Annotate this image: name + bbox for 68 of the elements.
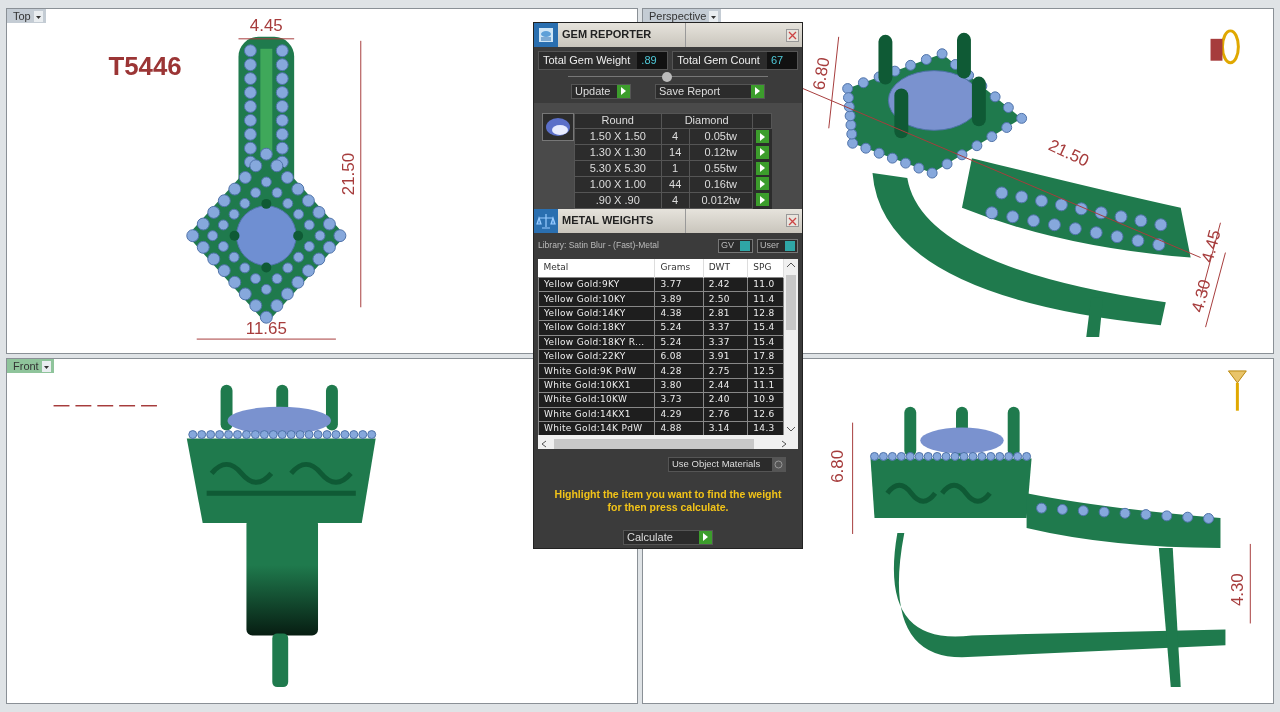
dimension-label: 21.50	[338, 152, 358, 196]
option-button[interactable]: Use Object Materials	[668, 456, 786, 472]
play-icon[interactable]	[756, 177, 770, 191]
column-header: Metal	[538, 258, 655, 278]
play-icon[interactable]	[751, 84, 764, 98]
dimension-label: 4.30	[1228, 573, 1248, 607]
table-cell: 5.30 X 5.30	[574, 160, 662, 177]
table-cell: 1.50 X 1.50	[574, 128, 662, 145]
window-icon	[534, 208, 558, 233]
window-title: METAL WEIGHTS	[558, 208, 686, 233]
column-header: Round	[574, 113, 662, 129]
viewport-tab[interactable]: Perspective	[643, 9, 722, 23]
calculate-button[interactable]: Calculate	[623, 529, 713, 545]
table-cell: 4	[661, 192, 690, 208]
dimension-line	[238, 38, 295, 40]
table-cell: 2.42	[703, 277, 748, 292]
column-header: SPG	[747, 258, 784, 278]
table-cell: 0.012tw	[689, 192, 753, 208]
column-header: Diamond	[661, 113, 753, 129]
action-button[interactable]: Save Report	[655, 83, 765, 99]
library-label: Library: Satin Blur - (Fast)-Metal	[538, 239, 659, 252]
close-button[interactable]	[786, 214, 799, 227]
window-title: GEM REPORTER	[558, 23, 686, 47]
play-icon[interactable]	[756, 145, 770, 159]
close-button[interactable]	[786, 28, 799, 42]
window-icon	[534, 23, 558, 47]
hint-text: Highlight the item you want to find the weight for then press calculate.	[553, 486, 783, 514]
slider-handle[interactable]	[662, 71, 672, 82]
scrollbar[interactable]	[784, 258, 798, 435]
dimension-label: 4.45	[1197, 227, 1225, 265]
play-icon[interactable]	[617, 84, 630, 98]
table-cell: 14	[661, 144, 690, 161]
table-cell: 0.12tw	[689, 144, 753, 161]
table-cell: 11.0	[747, 277, 784, 292]
play-icon[interactable]	[756, 161, 770, 175]
caret-icon[interactable]	[709, 10, 719, 22]
column-header: Grams	[654, 258, 704, 278]
model-title: T5446	[108, 51, 182, 80]
table-cell: 1	[661, 160, 690, 177]
table-cell: 0.16tw	[689, 176, 753, 193]
radio-icon[interactable]	[772, 457, 785, 471]
table-cell: 3.77	[654, 277, 704, 292]
table-cell: Yellow Gold:9KY	[538, 277, 655, 292]
table-cell: .90 X .90	[574, 192, 662, 208]
table-cell: 0.05tw	[689, 128, 753, 145]
caret-icon[interactable]	[41, 360, 51, 372]
table-cell: 4	[661, 128, 690, 145]
dimension-label: 4.30	[1187, 277, 1215, 315]
dimension-label: 6.80	[827, 449, 847, 483]
table-cell: 44	[661, 176, 690, 193]
play-icon[interactable]	[756, 130, 770, 144]
dimension-label: 6.80	[809, 55, 834, 92]
toggle-button[interactable]: GV	[717, 238, 753, 253]
dimension-label: 11.65	[245, 319, 287, 339]
column-header: DWT	[703, 258, 748, 278]
table-cell: 0.55tw	[689, 160, 753, 177]
toggle-button[interactable]: User	[757, 238, 798, 253]
viewport-tab[interactable]: Front	[7, 359, 54, 373]
action-button[interactable]: Update	[571, 83, 631, 99]
viewport-tab[interactable]: Top	[7, 9, 46, 23]
table-cell: 1.00 X 1.00	[574, 176, 662, 193]
caret-icon[interactable]	[33, 10, 43, 22]
dimension-label: 21.50	[1045, 135, 1092, 171]
play-icon[interactable]	[699, 530, 712, 544]
table-cell: 1.30 X 1.30	[574, 144, 662, 161]
logo-icon	[1210, 29, 1240, 65]
play-icon[interactable]	[756, 193, 770, 207]
dimension-label: 4.45	[249, 15, 283, 35]
